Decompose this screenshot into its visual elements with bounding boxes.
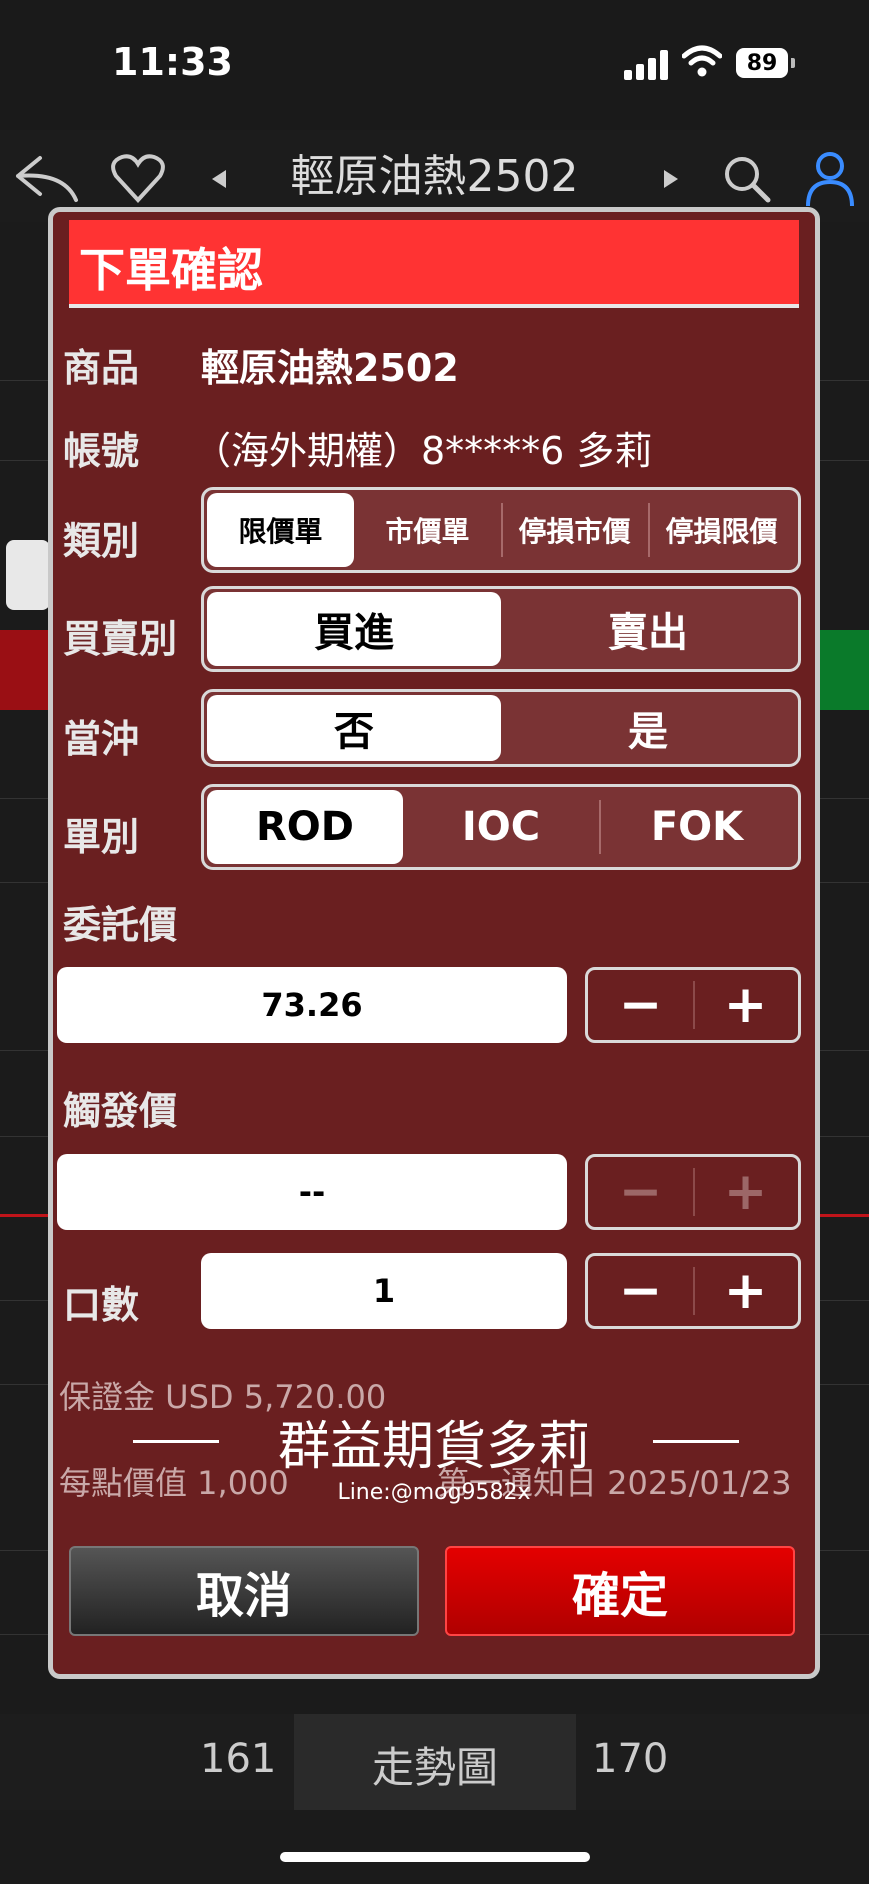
quantity-stepper: − + [585, 1253, 801, 1329]
price-stepper: − + [585, 967, 801, 1043]
quantity-minus-button[interactable]: − [588, 1256, 693, 1326]
quantity-input[interactable]: 1 [201, 1253, 567, 1329]
tif-fok[interactable]: FOK [599, 790, 795, 864]
background-sell-button [0, 630, 50, 710]
signal-icon [624, 50, 670, 80]
bottom-right-value: 170 [592, 1736, 669, 1782]
side-label: 買賣別 [63, 617, 178, 661]
cancel-button[interactable]: 取消 [69, 1546, 419, 1636]
order-type-limit[interactable]: 限價單 [207, 493, 354, 567]
day-trade-label: 當沖 [63, 717, 140, 761]
battery-indicator: 89 [736, 48, 795, 78]
watermark-line-right [653, 1440, 739, 1443]
day-trade-no[interactable]: 否 [207, 695, 501, 761]
confirm-button[interactable]: 確定 [445, 1546, 795, 1636]
trigger-plus-button[interactable]: + [693, 1157, 798, 1227]
tif-rod[interactable]: ROD [207, 790, 403, 864]
dialog-title: 下單確認 [79, 243, 263, 297]
wifi-icon [682, 45, 722, 77]
price-plus-button[interactable]: + [693, 970, 798, 1040]
status-time: 11:33 [112, 40, 233, 84]
product-label: 商品 [63, 346, 140, 390]
dialog-header: 下單確認 [69, 220, 799, 308]
product-value: 輕原油熱2502 [201, 346, 459, 390]
side-selector: 買進 賣出 [201, 586, 801, 672]
order-type-stop-market[interactable]: 停損市價 [501, 493, 648, 567]
side-sell[interactable]: 賣出 [501, 592, 795, 666]
watermark-sub: Line:@mog9582x [337, 1480, 531, 1505]
search-icon[interactable] [722, 154, 772, 204]
background-button [6, 540, 50, 610]
status-bar: 11:33 89 [0, 0, 869, 130]
price-input[interactable]: 73.26 [57, 967, 567, 1043]
price-minus-button[interactable]: − [588, 970, 693, 1040]
order-confirm-dialog: 下單確認 商品 輕原油熱2502 帳號 （海外期權）8*****6 多莉 類別 … [48, 207, 820, 1679]
user-icon[interactable] [804, 150, 856, 208]
background-buy-button [820, 630, 869, 710]
trigger-price-stepper: − + [585, 1154, 801, 1230]
bottom-left-value: 161 [200, 1736, 277, 1782]
account-label: 帳號 [63, 429, 140, 473]
tif-ioc[interactable]: IOC [403, 790, 599, 864]
trigger-minus-button[interactable]: − [588, 1157, 693, 1227]
tif-selector: ROD IOC FOK [201, 784, 801, 870]
trigger-price-label: 觸發價 [63, 1089, 178, 1133]
order-type-selector: 限價單 市價單 停損市價 停損限價 [201, 487, 801, 573]
side-buy[interactable]: 買進 [207, 592, 501, 666]
trigger-price-input[interactable]: -- [57, 1154, 567, 1230]
price-label: 委託價 [63, 903, 178, 947]
next-arrow-icon[interactable] [664, 170, 678, 188]
order-type-label: 類別 [63, 519, 140, 563]
chart-tab[interactable]: 走勢圖 [294, 1734, 576, 1795]
order-type-stop-limit[interactable]: 停損限價 [648, 493, 795, 567]
account-value: （海外期權）8*****6 多莉 [193, 429, 653, 473]
order-type-market[interactable]: 市價單 [354, 493, 501, 567]
day-trade-selector: 否 是 [201, 689, 801, 767]
day-trade-yes[interactable]: 是 [501, 695, 795, 761]
tif-label: 單別 [63, 815, 140, 859]
home-indicator[interactable] [280, 1852, 590, 1862]
quantity-label: 口數 [63, 1283, 140, 1327]
quantity-plus-button[interactable]: + [693, 1256, 798, 1326]
